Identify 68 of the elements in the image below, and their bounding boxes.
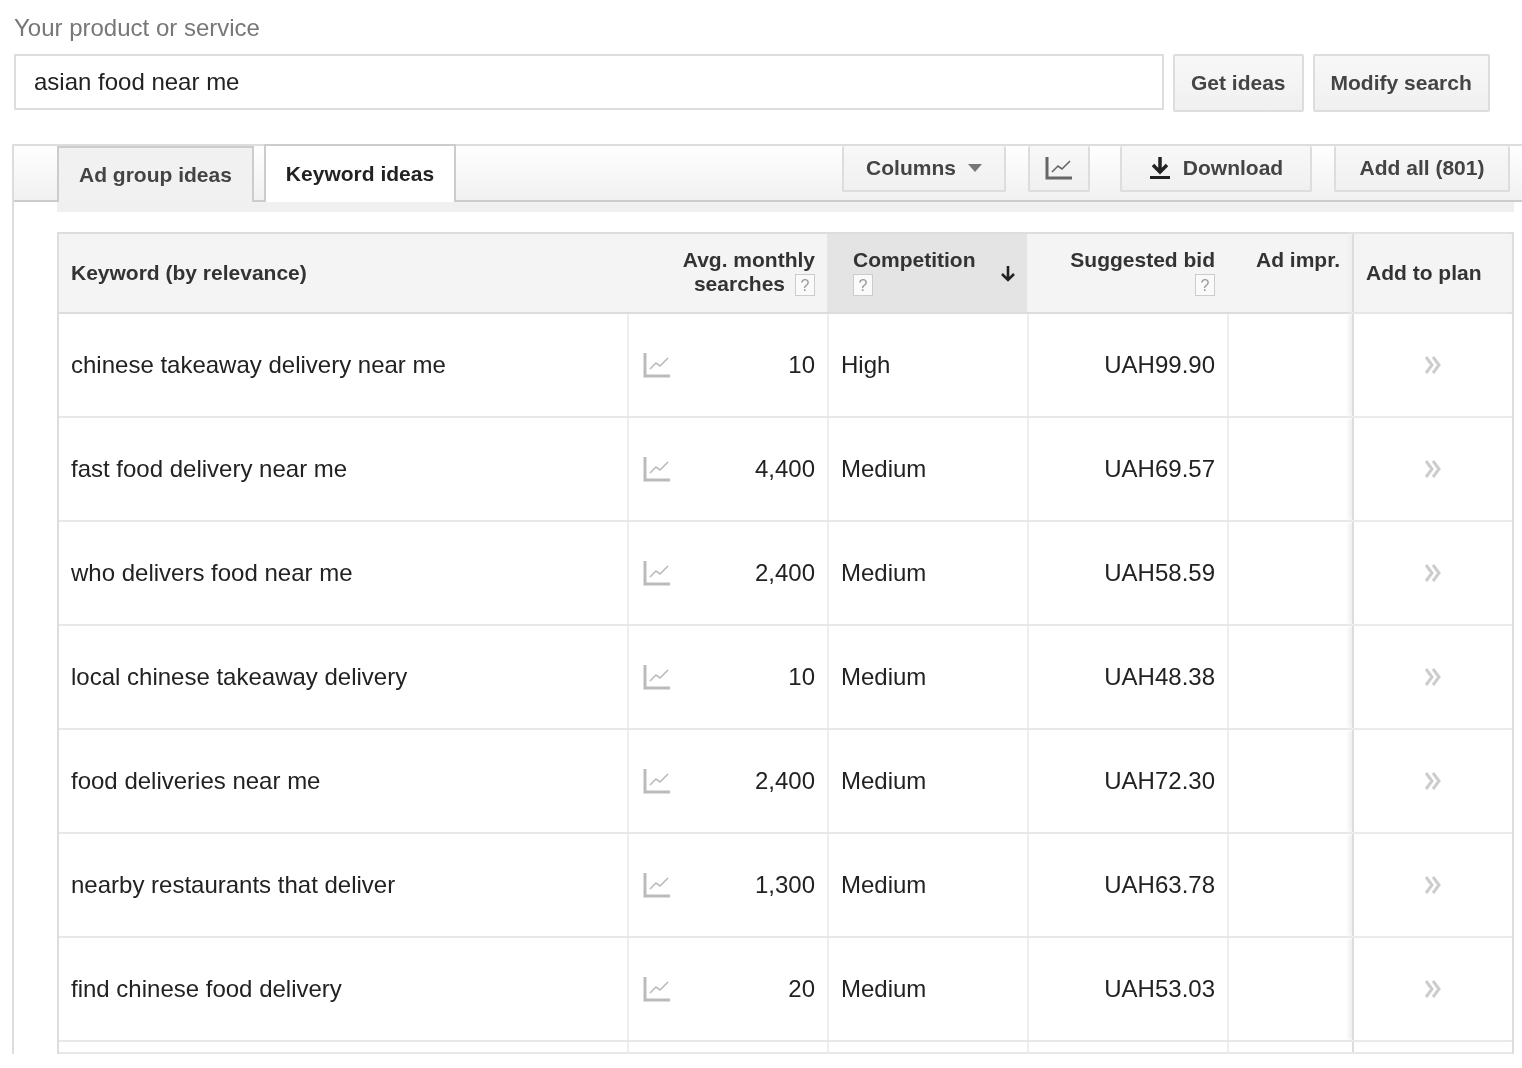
column-title: Add to plan — [1366, 261, 1482, 284]
download-icon — [1148, 156, 1171, 180]
trend-chart-icon — [643, 976, 671, 1002]
search-field[interactable]: asian food near me — [14, 54, 1164, 110]
trend-chart-icon — [643, 768, 671, 794]
tab[interactable]: Ad group ideas — [57, 146, 254, 202]
keyword-cell-text: food deliveries near me — [70, 766, 322, 796]
trend-chart-icon — [643, 872, 671, 898]
add-chevron-icon[interactable] — [1424, 979, 1442, 999]
competition-cell: Medium — [827, 730, 1027, 832]
column-header[interactable]: Ad impr. — [1227, 234, 1352, 312]
competition-cell: Medium — [827, 938, 1027, 1040]
column-title: Keyword (by relevance) — [71, 261, 307, 284]
bid-cell: UAH48.38 — [1027, 626, 1227, 728]
add-chevron-icon[interactable] — [1424, 563, 1442, 583]
bid-cell: UAH58.59 — [1027, 522, 1227, 624]
searches-cell: 20 — [788, 975, 815, 1003]
column-header[interactable]: Avg. monthly searches ? — [627, 234, 827, 312]
trend-chart-icon — [643, 352, 671, 378]
add-chevron-icon[interactable] — [1424, 355, 1442, 375]
bid-cell: UAH72.30 — [1027, 730, 1227, 832]
columns-button[interactable]: Columns — [842, 146, 1006, 192]
searches-cell: 10 — [788, 663, 815, 691]
competition-cell: Medium — [827, 626, 1027, 728]
column-title: Avg. monthly searches ? — [682, 248, 815, 295]
competition-cell: Medium — [827, 834, 1027, 936]
searches-cell: 1,300 — [754, 871, 815, 899]
column-header[interactable]: Suggested bid ? — [1027, 234, 1227, 312]
add-chevron-icon[interactable] — [1424, 459, 1442, 479]
column-title: Ad impr. — [1256, 248, 1340, 271]
keyword-cell-text: find chinese food delivery — [70, 974, 343, 1004]
keyword-cell-text: chinese takeaway delivery near me — [70, 350, 447, 380]
competition-cell: Medium — [827, 418, 1027, 520]
competition-cell: High — [827, 314, 1027, 416]
tab[interactable]: Keyword ideas — [263, 144, 457, 202]
keyword-cell-text: local chinese takeaway delivery — [70, 662, 409, 692]
bid-cell: UAH63.78 — [1027, 834, 1227, 936]
competition-cell: Medium — [827, 522, 1027, 624]
keyword-cell-text: fast food delivery near me — [70, 454, 349, 484]
caret-icon — [967, 164, 982, 172]
keyword-cell-text: who delivers food near me — [70, 558, 354, 588]
sort-arrow-icon — [1001, 266, 1015, 282]
add-chevron-icon[interactable] — [1424, 667, 1442, 687]
download-button[interactable]: Download — [1120, 146, 1312, 192]
searches-cell: 4,400 — [754, 455, 815, 483]
column-header[interactable]: Keyword (by relevance) — [59, 234, 627, 312]
keyword-cell-text: nearby restaurants that deliver — [70, 870, 397, 900]
add-chevron-icon[interactable] — [1424, 875, 1442, 895]
add-all-button[interactable]: Add all (801) — [1334, 146, 1510, 192]
bid-cell: UAH69.57 — [1027, 418, 1227, 520]
add-chevron-icon[interactable] — [1424, 771, 1442, 791]
search-button[interactable]: Modify search — [1312, 54, 1490, 112]
trend-chart-icon — [643, 560, 671, 586]
chart-button[interactable] — [1028, 146, 1090, 192]
trend-chart-icon — [643, 456, 671, 482]
trend-chart-icon — [643, 664, 671, 690]
bid-cell: UAH53.03 — [1027, 938, 1227, 1040]
line-chart-icon — [1045, 156, 1073, 180]
field-label: Your product or service — [14, 14, 261, 43]
searches-cell: 2,400 — [754, 559, 815, 587]
column-header[interactable]: Competition ? — [827, 234, 1027, 312]
searches-cell: 2,400 — [754, 767, 815, 795]
search-button[interactable]: Get ideas — [1173, 54, 1304, 112]
column-title: Suggested bid ? — [1070, 248, 1215, 296]
bid-cell: UAH99.90 — [1027, 314, 1227, 416]
column-header[interactable]: Add to plan — [1352, 234, 1512, 312]
column-title: Competition ? — [853, 248, 976, 296]
searches-cell: 10 — [788, 351, 815, 379]
